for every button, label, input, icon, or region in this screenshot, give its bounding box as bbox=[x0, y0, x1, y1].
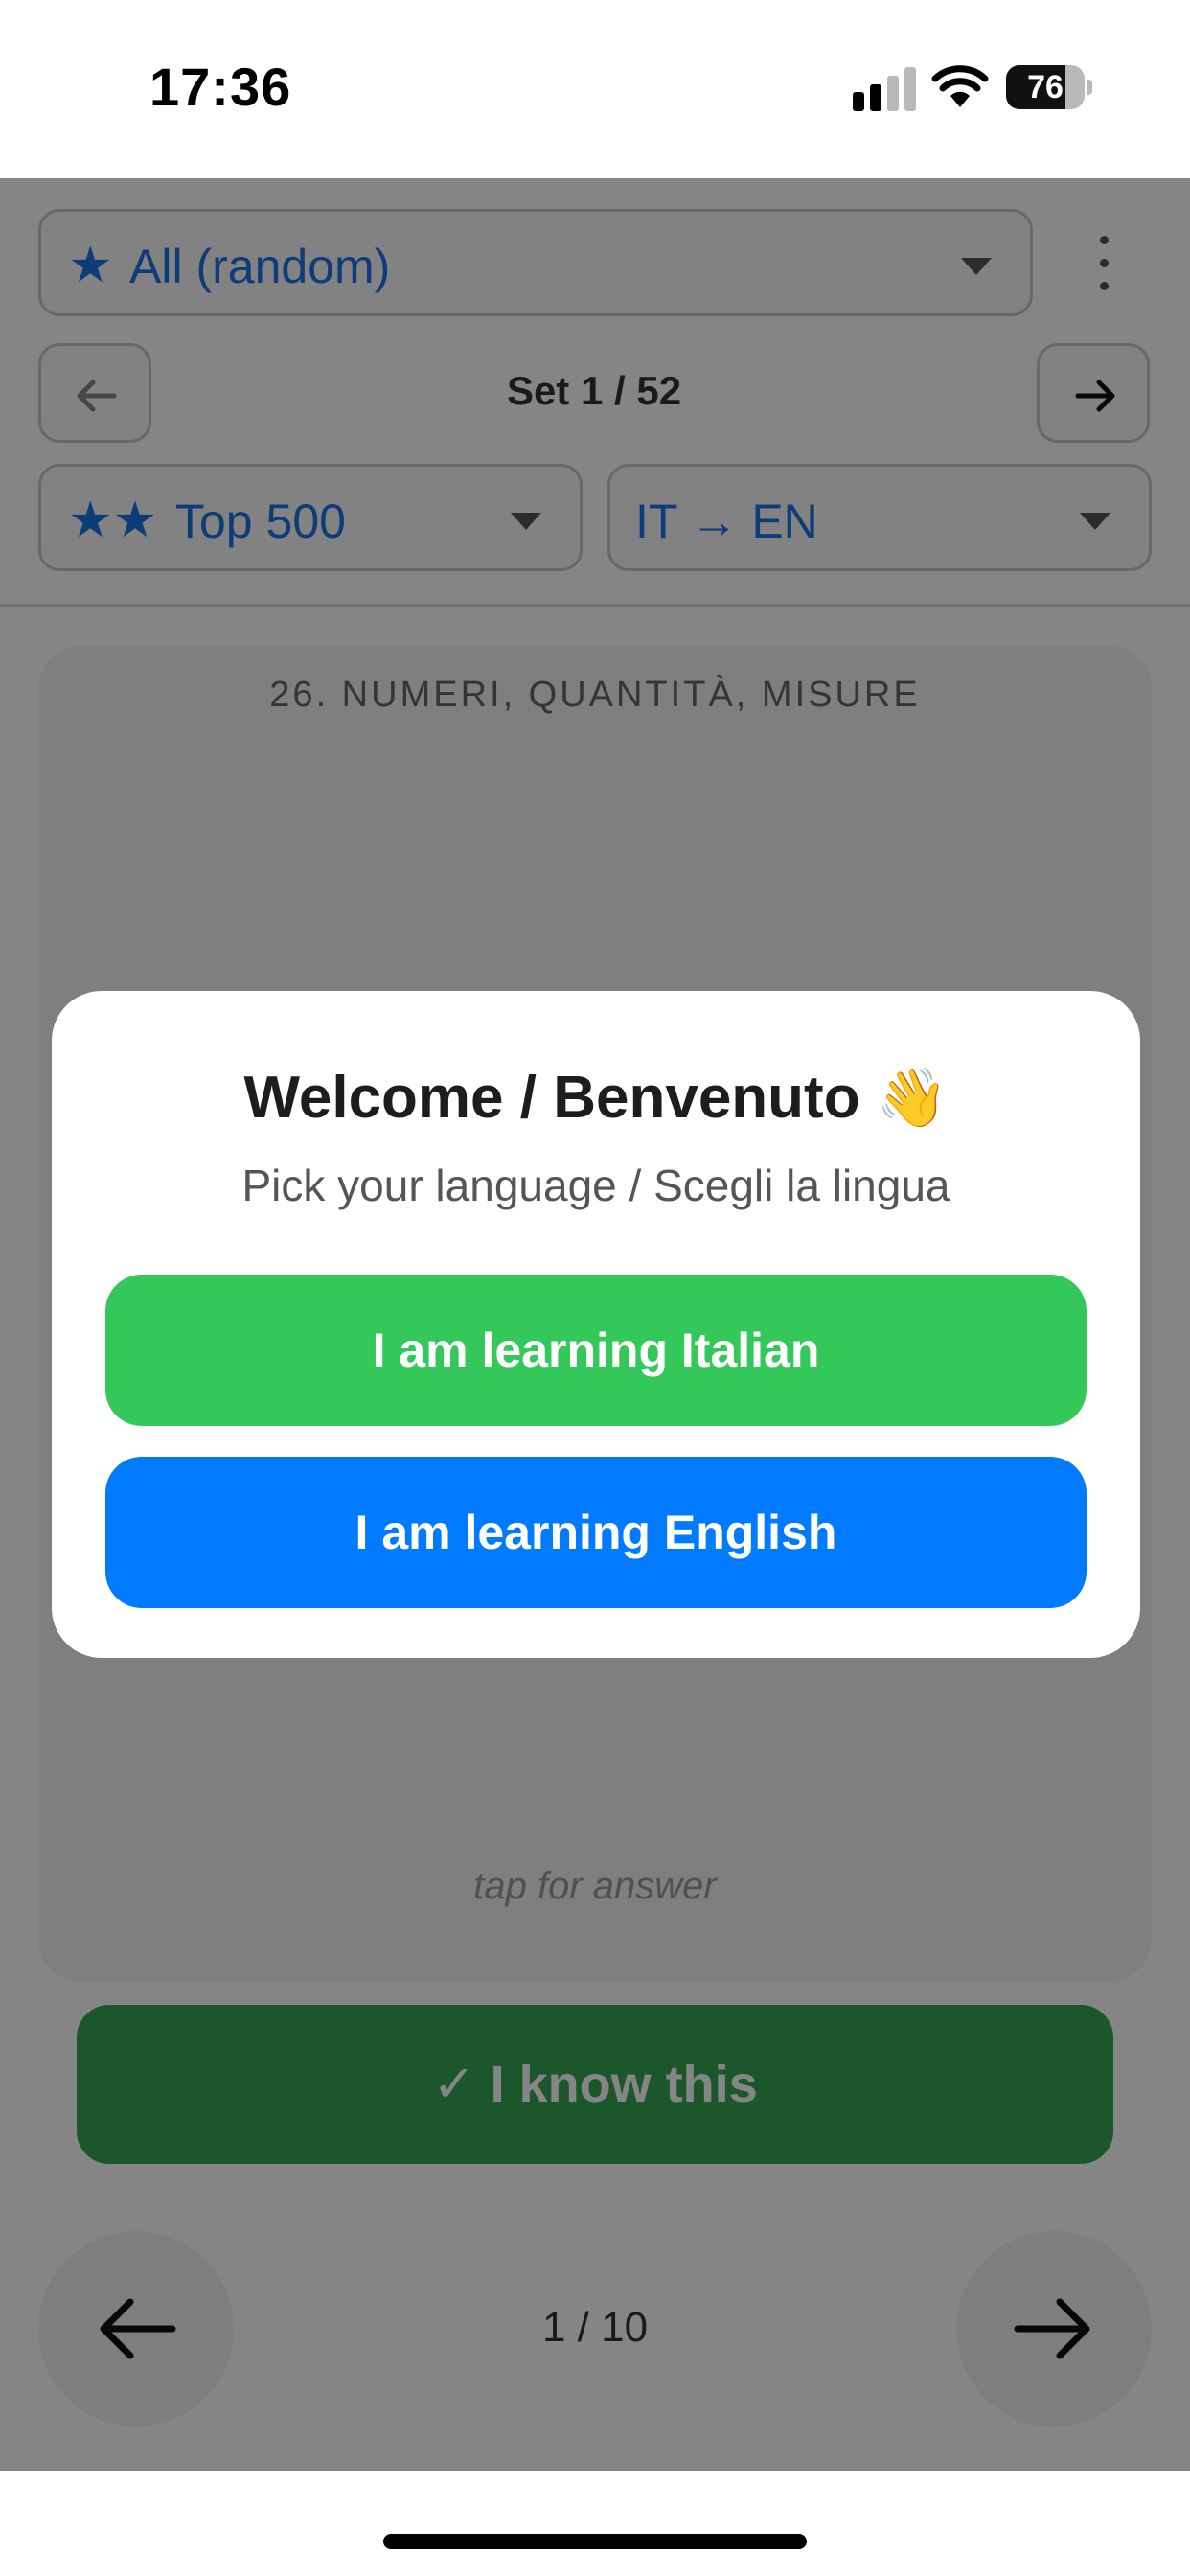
status-time: 17:36 bbox=[149, 57, 292, 117]
learning-english-button[interactable]: I am learning English bbox=[105, 1457, 1087, 1608]
modal-subtitle: Pick your language / Scegli la lingua bbox=[241, 1161, 950, 1210]
cellular-signal-icon bbox=[853, 67, 916, 111]
battery-level: 76 bbox=[1027, 69, 1064, 105]
status-bar: 17:36 76 bbox=[0, 0, 1190, 178]
learning-italian-button[interactable]: I am learning Italian bbox=[105, 1275, 1087, 1426]
home-indicator[interactable] bbox=[383, 2534, 807, 2549]
modal-title: Welcome / Benvenuto 👋 bbox=[52, 1064, 1140, 1132]
battery-icon: 76 bbox=[1006, 65, 1092, 109]
wifi-icon bbox=[931, 65, 989, 107]
home-indicator-area bbox=[0, 2471, 1190, 2576]
waving-hand-icon: 👋 bbox=[876, 1066, 949, 1130]
modal-title-text: Welcome / Benvenuto bbox=[243, 1065, 860, 1131]
language-modal: Welcome / Benvenuto 👋 Pick your language… bbox=[52, 991, 1140, 1658]
